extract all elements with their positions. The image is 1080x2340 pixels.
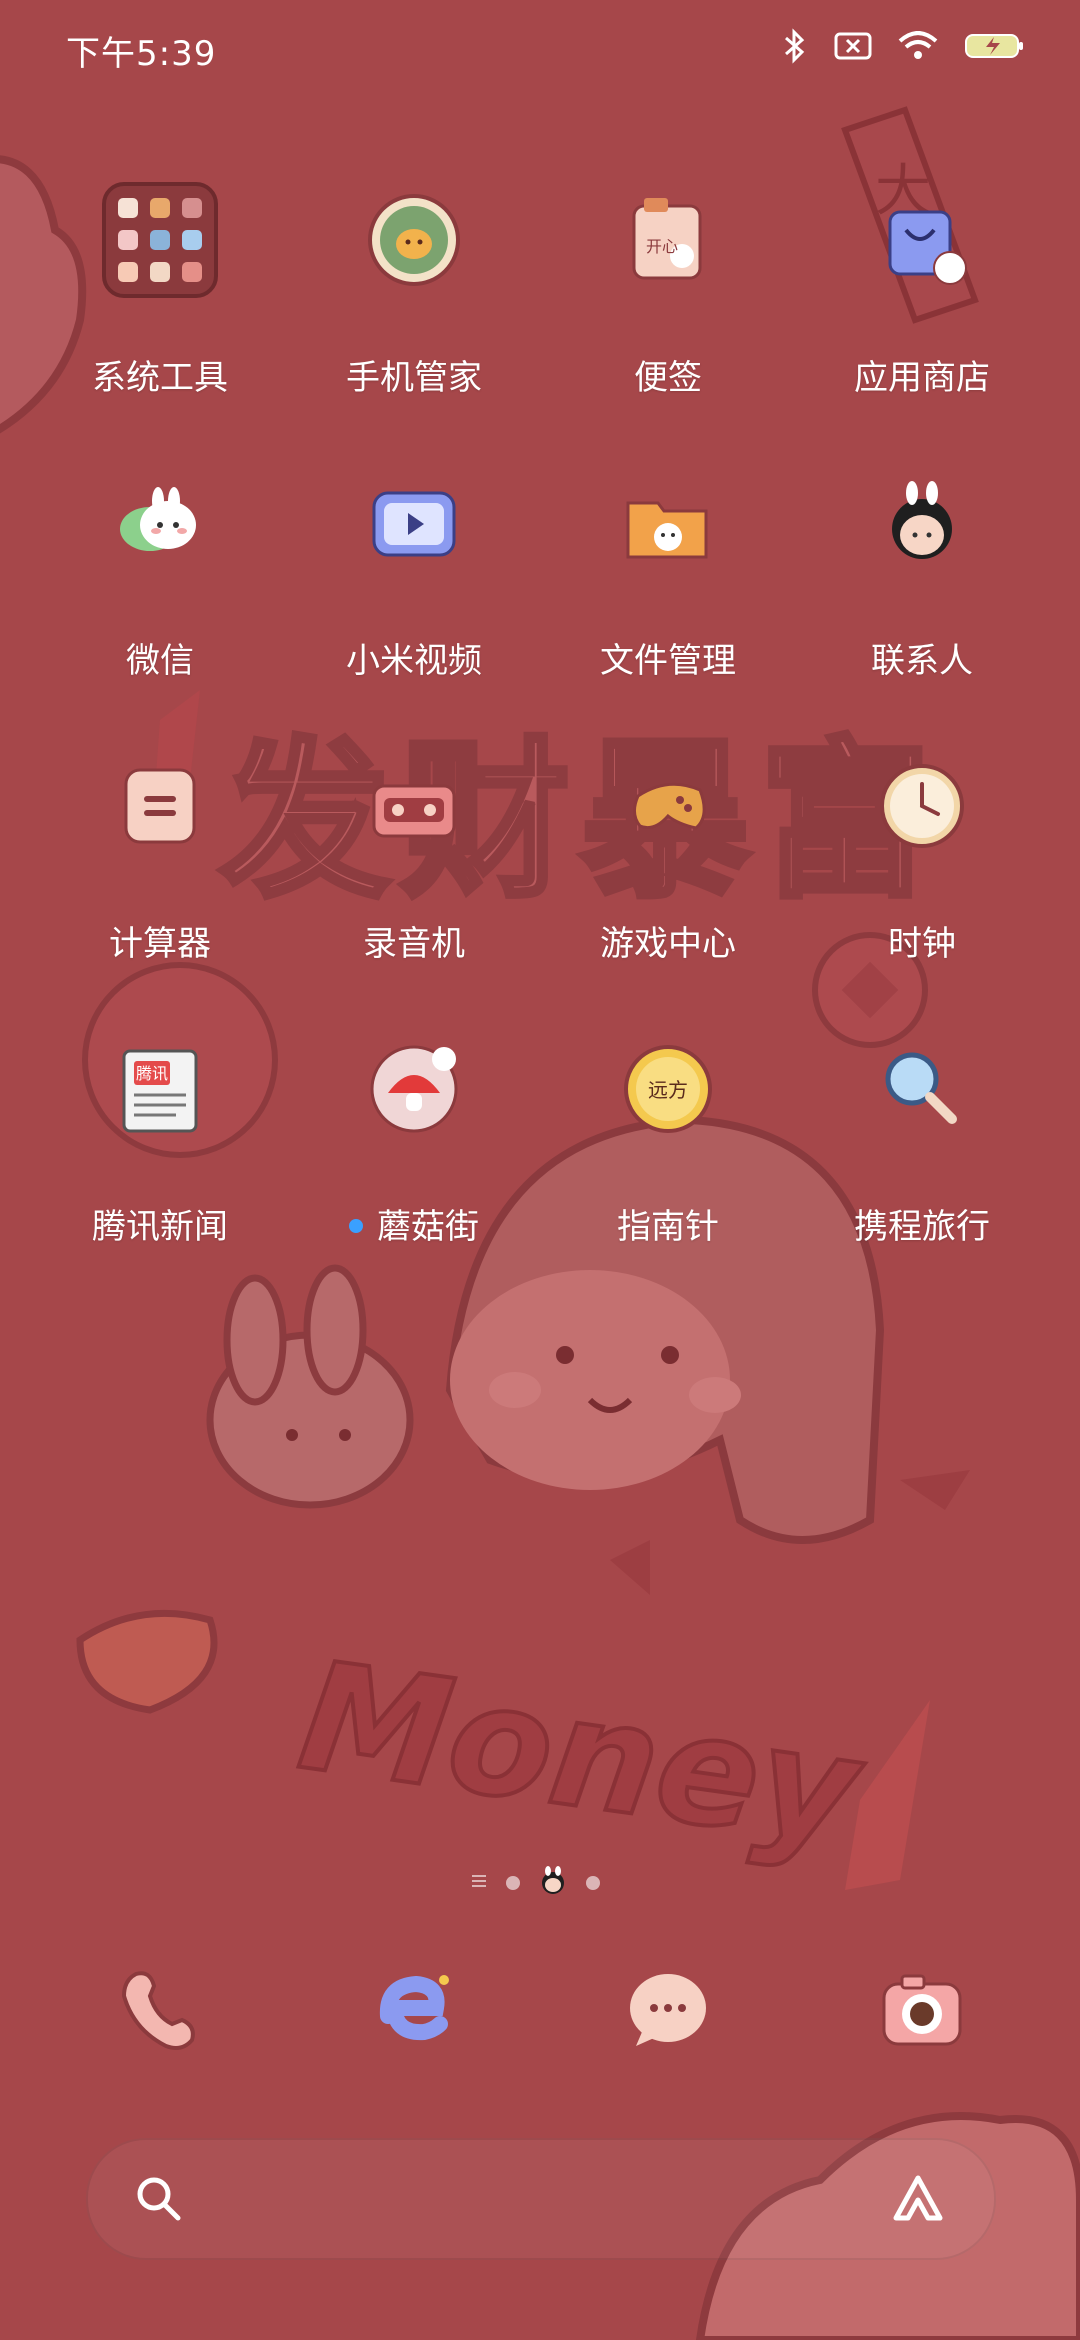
dock bbox=[0, 1960, 1080, 2070]
folder-cat-icon bbox=[618, 473, 718, 573]
app-label: 时钟 bbox=[888, 924, 956, 964]
app-notes[interactable]: 开心 便签 bbox=[541, 190, 795, 430]
app-label: 录音机 bbox=[363, 924, 465, 964]
folder-icon bbox=[102, 182, 218, 298]
status-icons bbox=[782, 28, 1024, 68]
app-row: 腾讯 腾讯新闻 蘑菇街 远方 指南针 携程旅行 bbox=[0, 1039, 1080, 1299]
dock-camera[interactable] bbox=[795, 1960, 1049, 2070]
clock-icon bbox=[872, 756, 972, 856]
app-row: 微信 小米视频 文件管理 联系人 bbox=[0, 473, 1080, 733]
app-phone-manager[interactable]: 手机管家 bbox=[287, 190, 541, 430]
page-indicator[interactable] bbox=[470, 1866, 610, 1900]
app-label: 系统工具 bbox=[92, 358, 228, 398]
battery-charging-icon bbox=[964, 31, 1024, 65]
page-dot bbox=[506, 1876, 520, 1890]
browser-icon bbox=[364, 1960, 464, 2060]
phone-icon bbox=[110, 1960, 210, 2060]
search-icon bbox=[134, 2174, 184, 2228]
app-label: 便签 bbox=[634, 358, 702, 398]
status-time: 下午5:39 bbox=[66, 34, 217, 74]
app-wechat[interactable]: 微信 bbox=[33, 473, 287, 713]
app-calculator[interactable]: 计算器 bbox=[33, 756, 287, 996]
magnifier-icon bbox=[872, 1039, 972, 1139]
app-label: 计算器 bbox=[109, 924, 211, 964]
app-ctrip[interactable]: 携程旅行 bbox=[795, 1039, 1049, 1279]
app-game-center[interactable]: 游戏中心 bbox=[541, 756, 795, 996]
calculator-icon bbox=[110, 756, 210, 856]
notes-icon: 开心 bbox=[618, 190, 718, 290]
svg-text:开心: 开心 bbox=[646, 237, 678, 256]
mushroom-icon bbox=[364, 1039, 464, 1139]
dock-phone[interactable] bbox=[33, 1960, 287, 2070]
notification-badge bbox=[349, 1218, 363, 1233]
recorder-icon bbox=[364, 756, 464, 856]
app-label-text: 蘑菇街 bbox=[377, 1207, 479, 1247]
shopping-bag-icon bbox=[872, 190, 972, 290]
assistant-icon[interactable] bbox=[888, 2170, 948, 2234]
status-bar: 下午5:39 bbox=[0, 0, 1080, 96]
wallpaper-word: Money bbox=[290, 1629, 874, 1880]
dock-browser[interactable] bbox=[287, 1960, 541, 2070]
message-icon bbox=[618, 1960, 718, 2060]
app-label: 联系人 bbox=[871, 641, 973, 681]
app-label: 蘑菇街 bbox=[287, 1199, 541, 1248]
app-compass[interactable]: 远方 指南针 bbox=[541, 1039, 795, 1279]
search-bar[interactable] bbox=[86, 2138, 996, 2260]
app-app-store[interactable]: 应用商店 bbox=[795, 190, 1049, 430]
sim-off-icon bbox=[834, 32, 872, 64]
app-label: 携程旅行 bbox=[854, 1207, 990, 1247]
app-recorder[interactable]: 录音机 bbox=[287, 756, 541, 996]
app-row: 系统工具 手机管家 开心 便签 应用商店 bbox=[0, 182, 1080, 450]
page-dot-active-icon bbox=[538, 1866, 568, 1900]
wechat-icon bbox=[110, 473, 210, 573]
app-tencent-news[interactable]: 腾讯 腾讯新闻 bbox=[33, 1039, 287, 1279]
app-row: 计算器 录音机 游戏中心 时钟 bbox=[0, 756, 1080, 1016]
app-label: 应用商店 bbox=[854, 358, 990, 398]
compass-stamp: 远方 bbox=[648, 1078, 688, 1102]
bluetooth-icon bbox=[782, 28, 808, 68]
app-label: 文件管理 bbox=[600, 641, 736, 681]
wifi-icon bbox=[898, 31, 938, 65]
app-contacts[interactable]: 联系人 bbox=[795, 473, 1049, 713]
app-mogujie[interactable]: 蘑菇街 bbox=[287, 1039, 541, 1279]
video-icon bbox=[364, 473, 464, 573]
app-mi-video[interactable]: 小米视频 bbox=[287, 473, 541, 713]
news-stamp: 腾讯 bbox=[136, 1064, 168, 1083]
app-label: 指南针 bbox=[617, 1207, 719, 1247]
gamepad-icon bbox=[618, 756, 718, 856]
contacts-girl-icon bbox=[872, 473, 972, 573]
app-clock[interactable]: 时钟 bbox=[795, 756, 1049, 996]
app-label: 腾讯新闻 bbox=[92, 1207, 228, 1247]
page-dot bbox=[586, 1876, 600, 1890]
compass-icon: 远方 bbox=[618, 1039, 718, 1139]
cat-shield-icon bbox=[364, 190, 464, 290]
app-label: 微信 bbox=[126, 641, 194, 681]
camera-icon bbox=[872, 1960, 972, 2060]
app-label: 小米视频 bbox=[346, 641, 482, 681]
news-icon: 腾讯 bbox=[110, 1039, 210, 1139]
menu-lines-icon bbox=[470, 1872, 488, 1894]
app-label: 手机管家 bbox=[346, 358, 482, 398]
app-folder-system-tools[interactable]: 系统工具 bbox=[33, 182, 287, 430]
app-file-manager[interactable]: 文件管理 bbox=[541, 473, 795, 713]
dock-messages[interactable] bbox=[541, 1960, 795, 2070]
app-label: 游戏中心 bbox=[600, 924, 736, 964]
